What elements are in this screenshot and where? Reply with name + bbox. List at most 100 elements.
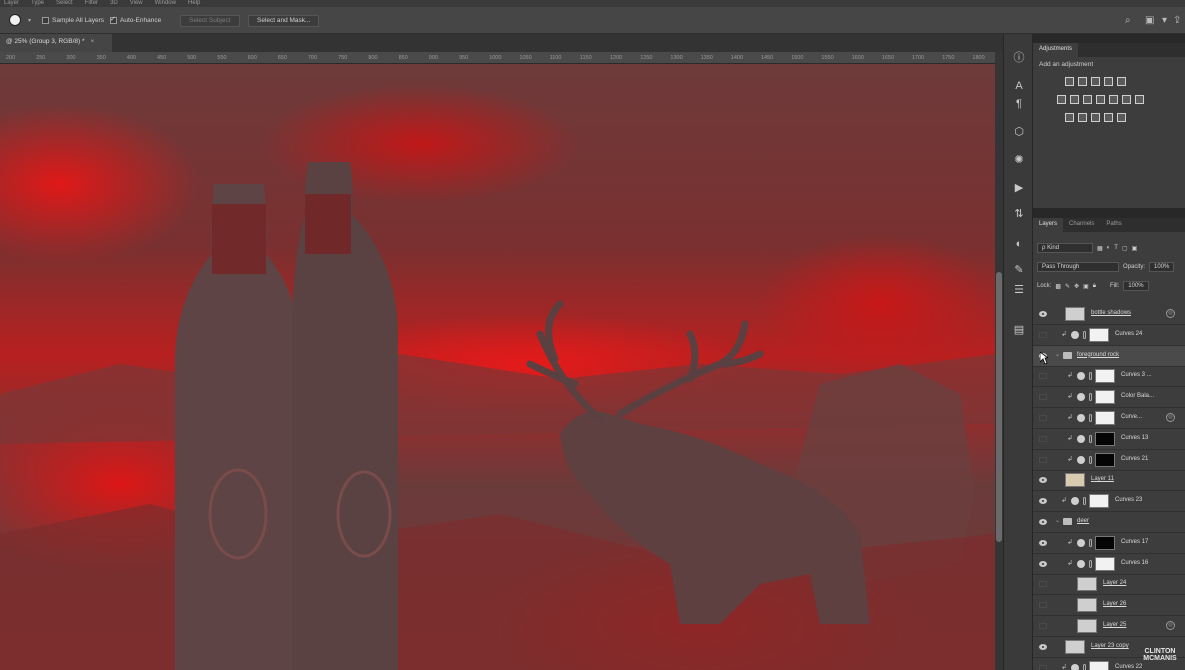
smart-filter-icon[interactable]: ◎ (1166, 413, 1175, 422)
layer-name[interactable]: Curves 16 (1121, 560, 1148, 566)
hue-saturation-icon[interactable] (1070, 95, 1079, 104)
eye-hidden-icon[interactable] (1039, 394, 1047, 401)
layer-thumbnail[interactable] (1089, 327, 1109, 342)
layer-thumbnail[interactable] (1089, 660, 1109, 670)
layer-filter-kind-select[interactable]: ρ Kind (1037, 243, 1093, 253)
channel-mixer-icon[interactable] (1122, 95, 1131, 104)
layer-thumbnail[interactable] (1077, 598, 1097, 613)
layer-name[interactable]: Layer 26 (1103, 601, 1126, 607)
smart-filter-icon[interactable]: ◎ (1166, 309, 1175, 318)
tab-adjustments[interactable]: Adjustments (1033, 43, 1079, 57)
selective-color-icon[interactable] (1104, 113, 1113, 122)
menu-item-type[interactable]: Type (31, 0, 44, 7)
close-icon[interactable]: × (91, 38, 95, 45)
menu-item-view[interactable]: View (130, 0, 143, 7)
sample-all-layers-checkbox[interactable]: Sample All Layers (42, 17, 104, 24)
chevron-down-icon[interactable]: ▾ (1162, 15, 1167, 26)
filter-shape-icon[interactable]: ▢ (1122, 245, 1128, 252)
layer-name[interactable]: Curves 17 (1121, 539, 1148, 545)
actions-play-icon[interactable]: ▶ (1011, 180, 1027, 196)
layer-name[interactable]: Color Bala... (1121, 393, 1154, 399)
info-icon[interactable]: ⓘ (1011, 50, 1027, 66)
color-balance-icon[interactable] (1083, 95, 1092, 104)
layer-row[interactable]: bottle shadows ◎ (1033, 304, 1185, 325)
layer-name[interactable]: Curves 23 (1115, 497, 1142, 503)
menu-item-layer[interactable]: Layer (4, 0, 19, 7)
lock-transparent-icon[interactable]: ▩ (1055, 283, 1061, 290)
3d-icon[interactable]: ⬡ (1011, 124, 1027, 140)
tab-paths[interactable]: Paths (1100, 218, 1127, 232)
eye-hidden-icon[interactable] (1039, 435, 1047, 442)
layer-thumbnail[interactable] (1077, 619, 1097, 633)
fill-input[interactable]: 100% (1123, 281, 1149, 291)
layer-row[interactable]: ↲ Curves 16 (1033, 554, 1185, 575)
chevron-down-icon[interactable]: ▾ (28, 17, 31, 24)
layer-row[interactable]: ↲ Curves 21 (1033, 450, 1185, 471)
image-canvas[interactable] (0, 64, 995, 670)
brightness-contrast-icon[interactable] (1065, 77, 1074, 86)
link-chain-icon[interactable] (1089, 559, 1092, 568)
layer-row[interactable]: Layer 26 (1033, 595, 1185, 617)
curves-icon[interactable] (1091, 77, 1100, 86)
layer-row[interactable]: ↲ Curve... ◎ (1033, 408, 1185, 429)
invert-icon[interactable] (1065, 113, 1074, 122)
layer-row[interactable]: ↲ Curves 17 (1033, 533, 1185, 554)
layer-row[interactable]: Layer 24 (1033, 574, 1185, 596)
layer-row[interactable]: ↲ Curves 24 (1033, 325, 1185, 346)
menu-item-3d[interactable]: 3D (110, 0, 118, 7)
opacity-input[interactable]: 100% (1149, 262, 1175, 272)
eye-visible-icon[interactable] (1039, 560, 1047, 567)
blend-mode-select[interactable]: Pass Through (1037, 262, 1119, 272)
levels-icon[interactable] (1078, 77, 1087, 86)
eye-visible-icon[interactable] (1039, 311, 1047, 317)
photo-filter-icon[interactable] (1109, 95, 1118, 104)
group-expand-chevron-icon[interactable]: ⌄ (1055, 351, 1060, 358)
filter-smart-object-icon[interactable]: ▣ (1132, 245, 1138, 252)
link-chain-icon[interactable] (1089, 414, 1092, 422)
layer-thumbnail[interactable] (1065, 307, 1085, 321)
history-icon[interactable]: ⇅ (1011, 206, 1027, 222)
menu-item-window[interactable]: Window (155, 0, 176, 7)
share-icon[interactable]: ⇪ (1173, 15, 1181, 26)
lock-artboard-icon[interactable]: ▣ (1083, 283, 1089, 290)
eye-hidden-icon[interactable] (1039, 456, 1047, 463)
eye-visible-icon[interactable] (1039, 519, 1047, 525)
layer-thumbnail[interactable] (1089, 494, 1109, 509)
tab-channels[interactable]: Channels (1063, 218, 1100, 232)
layer-row[interactable]: Layer 11 (1033, 470, 1185, 492)
layer-name[interactable]: bottle shadows (1091, 310, 1131, 316)
eye-hidden-icon[interactable] (1039, 581, 1047, 588)
layer-thumbnail[interactable] (1077, 577, 1097, 592)
layer-row[interactable]: Layer 25 ◎ (1033, 616, 1185, 637)
layer-thumbnail[interactable] (1095, 431, 1115, 446)
link-chain-icon[interactable] (1089, 538, 1092, 547)
layer-name[interactable]: Curves 24 (1115, 331, 1142, 337)
gradient-icon[interactable] (1117, 113, 1126, 122)
layer-thumbnail[interactable] (1095, 411, 1115, 425)
quick-selection-brush-preset[interactable] (9, 14, 21, 26)
properties-icon[interactable]: ☰ (1011, 282, 1027, 298)
filter-type-icon[interactable]: T (1114, 245, 1118, 251)
menu-item-select[interactable]: Select (56, 0, 73, 7)
layer-row[interactable]: ↲ Color Bala... (1033, 387, 1185, 409)
eye-hidden-icon[interactable] (1039, 602, 1047, 609)
eye-hidden-icon[interactable] (1039, 331, 1047, 338)
layer-name[interactable]: Layer 24 (1103, 580, 1126, 586)
layer-name[interactable]: Curves 21 (1121, 456, 1148, 462)
select-and-mask-button[interactable]: Select and Mask... (248, 15, 320, 27)
layer-name[interactable]: Curves 3 ... (1121, 372, 1152, 378)
layer-name[interactable]: Curves 13 (1121, 435, 1148, 441)
eye-hidden-icon[interactable] (1039, 623, 1047, 629)
menu-item-help[interactable]: Help (188, 0, 200, 7)
character-icon[interactable]: A (1011, 78, 1027, 94)
posterize-icon[interactable] (1078, 113, 1087, 122)
menu-item-filter[interactable]: Filter (85, 0, 98, 7)
layer-thumbnail[interactable] (1065, 473, 1085, 488)
link-chain-icon[interactable] (1083, 663, 1086, 670)
search-icon[interactable]: ⌕ (1125, 15, 1131, 26)
eye-hidden-icon[interactable] (1039, 373, 1047, 380)
vibrance-icon[interactable] (1057, 95, 1066, 104)
lock-all-icon[interactable]: 🔒︎ (1093, 283, 1096, 290)
layer-name[interactable]: Layer 11 (1091, 476, 1114, 482)
link-chain-icon[interactable] (1089, 372, 1092, 381)
